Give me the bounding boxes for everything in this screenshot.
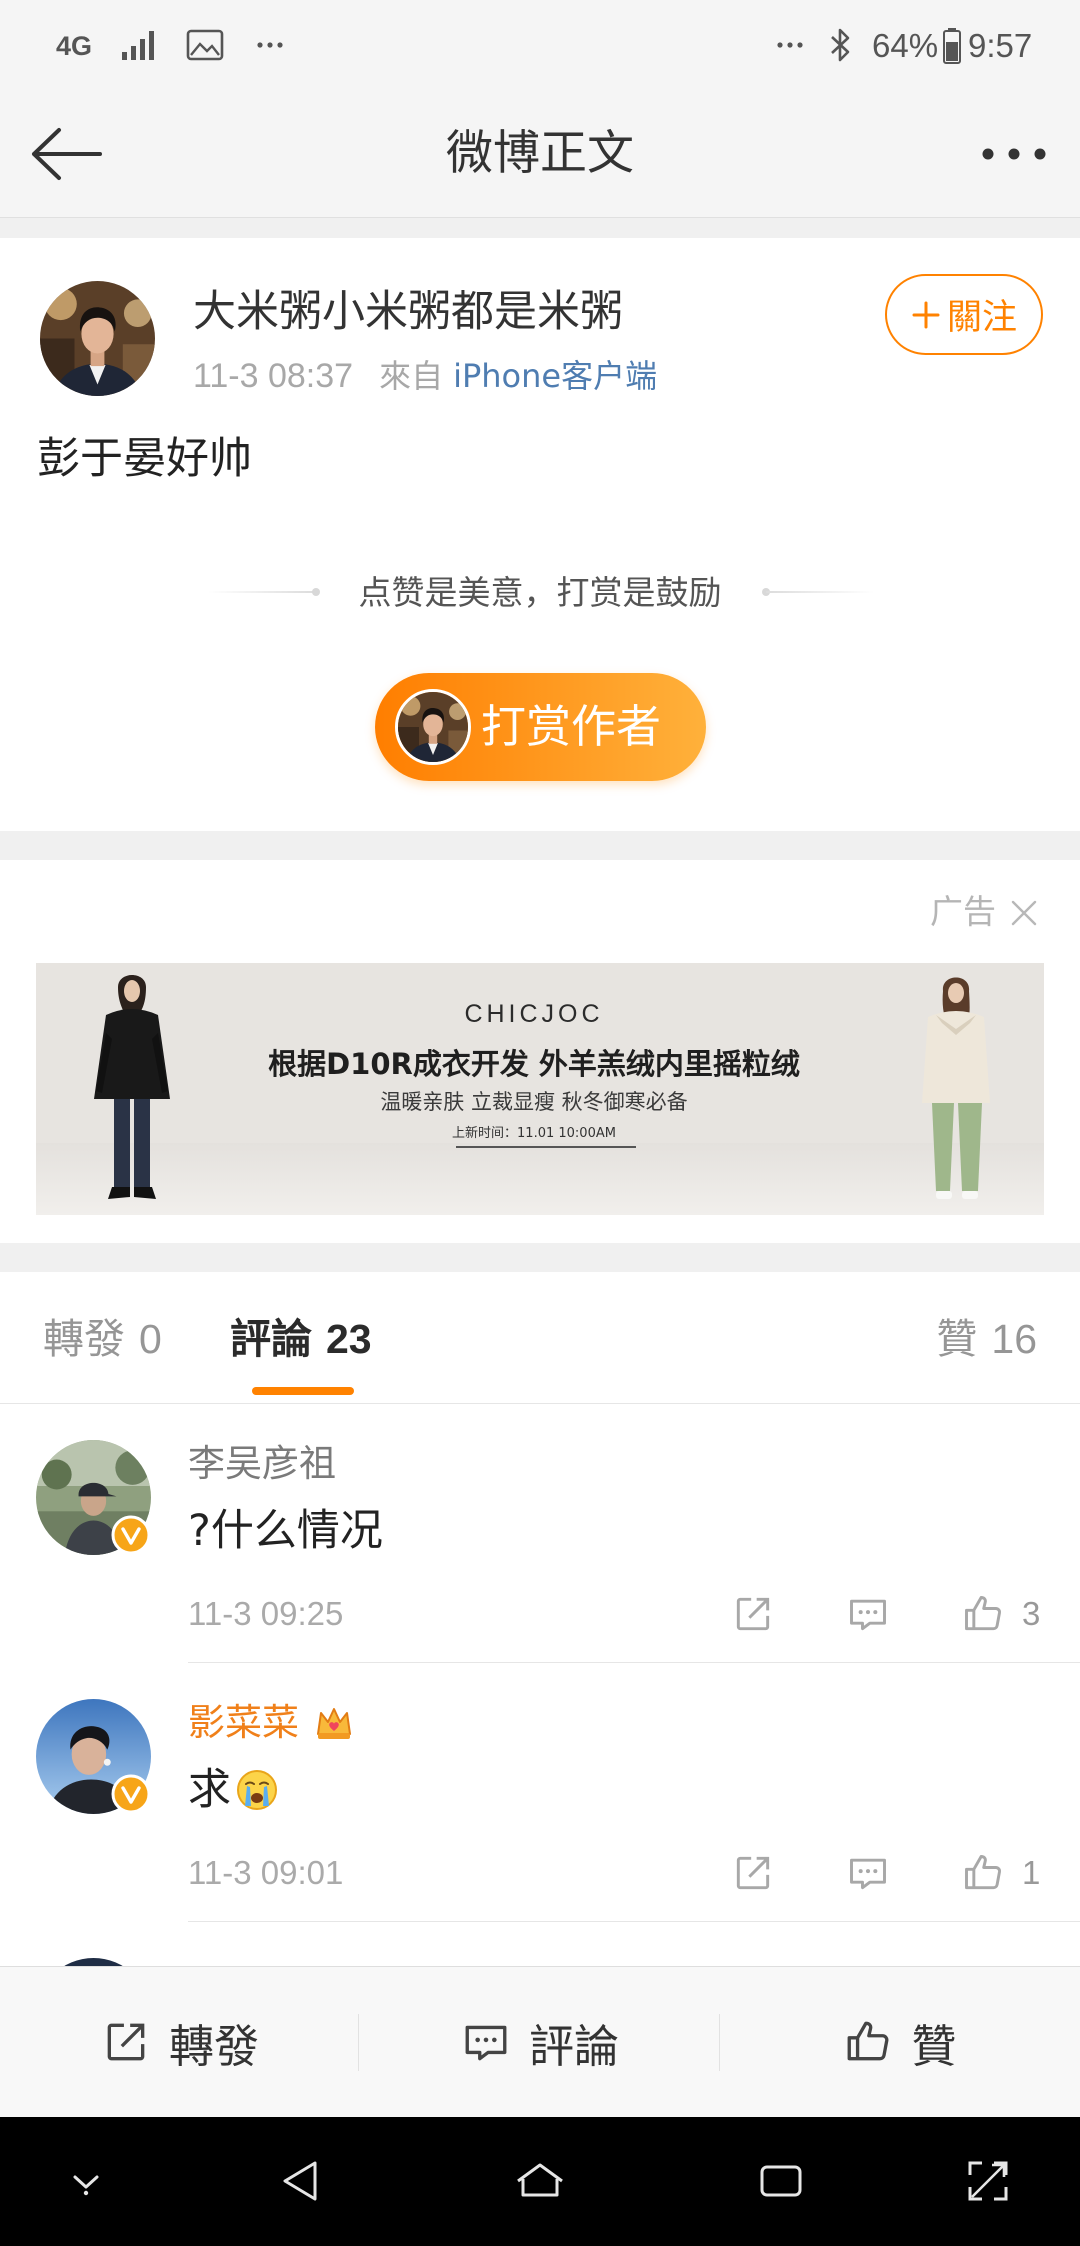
tab-count: 0 xyxy=(139,1316,162,1362)
comment-time: 11-3 09:01 xyxy=(188,1854,344,1891)
commenter-name-text: 影菜菜 xyxy=(188,1701,299,1744)
nav-home-icon[interactable] xyxy=(510,2151,570,2211)
like-icon[interactable] xyxy=(961,1851,1005,1895)
comment-text-body: ?什么情况 xyxy=(188,1506,383,1556)
tab-reposts[interactable]: 轉發 0 xyxy=(43,1310,162,1368)
follow-button[interactable]: 關注 xyxy=(885,274,1043,355)
author-avatar[interactable] xyxy=(40,281,155,396)
ad-card: 广告 CHICJOC 根据D10R成衣开发 外羊羔绒内里摇粒绒 温暖亲肤 立裁显… xyxy=(0,860,1080,1243)
nav-fullscreen-icon[interactable] xyxy=(958,2151,1018,2211)
ad-label: 广告 xyxy=(930,892,996,931)
tagline-divider-right xyxy=(766,591,874,593)
comment-time: 11-3 09:25 xyxy=(188,1595,344,1632)
like-button[interactable]: 贊 xyxy=(720,1967,1080,2117)
post-card: 大米粥小米粥都是米粥 11-3 08:37 來自 iPhone客户端 關注 彭于晏好… xyxy=(0,238,1080,831)
post-action-bar: 轉發 評論 贊 xyxy=(0,1966,1080,2117)
like-count: 1 xyxy=(1022,1854,1041,1891)
list-item: 李吴彦祖 ?什么情况 11-3 09:25 3 xyxy=(0,1404,1080,1663)
verified-badge-icon xyxy=(111,1515,151,1555)
hide-keyboard-chevron-icon[interactable] xyxy=(56,2151,116,2211)
plus-icon xyxy=(912,301,940,328)
ad-brand: CHICJOC xyxy=(464,1000,604,1028)
tab-label: 評論 xyxy=(230,1315,312,1363)
post-time: 11-3 08:37 xyxy=(193,357,354,395)
battery-icon xyxy=(943,28,961,64)
action-divider xyxy=(719,2014,720,2071)
thumbs-up-icon xyxy=(843,2017,893,2067)
source-prefix: 來自 xyxy=(379,357,444,395)
comment-text-body: 求 xyxy=(188,1765,231,1815)
ad-release-underline xyxy=(456,1146,636,1148)
tab-label: 贊 xyxy=(936,1315,978,1363)
page-title: 微博正文 xyxy=(446,126,634,181)
comment-text: ?什么情况 xyxy=(188,1501,383,1561)
reward-author-button[interactable]: 打赏作者 xyxy=(375,673,706,781)
like-count: 3 xyxy=(1022,1595,1041,1632)
reply-icon[interactable] xyxy=(846,1592,890,1636)
close-ad-icon[interactable] xyxy=(1009,898,1039,928)
bluetooth-icon xyxy=(831,28,850,62)
post-meta: 11-3 08:37 來自 iPhone客户端 xyxy=(193,354,657,398)
status-bar: 4G 64% 9:57 xyxy=(0,0,1080,90)
more-dots-icon[interactable] xyxy=(978,142,1050,166)
verified-badge-icon xyxy=(111,1774,151,1814)
list-item: 影菜菜 求 11-3 09:01 1 xyxy=(0,1663,1080,1922)
tab-label: 轉發 xyxy=(43,1315,125,1363)
crown-badge-icon xyxy=(317,1708,351,1739)
reply-icon[interactable] xyxy=(846,1851,890,1895)
commenter-name-text: 李吴彦祖 xyxy=(188,1442,336,1485)
tab-comments[interactable]: 評論 23 xyxy=(230,1310,372,1368)
post-source-link[interactable]: iPhone客户端 xyxy=(453,357,657,395)
follow-button-label: 關注 xyxy=(946,298,1017,338)
top-navigation-bar: 微博正文 xyxy=(0,90,1080,218)
crying-face-icon xyxy=(237,1770,277,1810)
like-label: 贊 xyxy=(911,2019,957,2073)
comment-button[interactable]: 評論 xyxy=(360,1967,720,2117)
network-type-indicator: 4G xyxy=(56,31,93,61)
comment-label: 評論 xyxy=(528,2019,619,2073)
comment-list: 李吴彦祖 ?什么情况 11-3 09:25 3 影菜菜 求 11-3 09:01… xyxy=(0,1404,1080,2073)
ad-banner[interactable]: CHICJOC 根据D10R成衣开发 外羊羔绒内里摇粒绒 温暖亲肤 立裁显瘦 秋… xyxy=(36,963,1044,1215)
author-name[interactable]: 大米粥小米粥都是米粥 xyxy=(193,284,623,340)
repost-label: 轉發 xyxy=(168,2019,259,2073)
system-navigation-bar xyxy=(0,2117,1080,2246)
post-body-text: 彭于晏好帅 xyxy=(37,434,252,484)
interaction-tabs: 轉發 0 評論 23 贊 16 xyxy=(0,1272,1080,1404)
more-status-icons-icon xyxy=(777,42,803,48)
like-icon[interactable] xyxy=(961,1592,1005,1636)
image-notification-icon xyxy=(186,29,224,61)
nav-back-icon[interactable] xyxy=(271,2151,331,2211)
active-tab-indicator xyxy=(252,1387,354,1395)
reward-author-avatar xyxy=(395,689,471,765)
comment-icon xyxy=(461,2017,511,2067)
repost-icon xyxy=(101,2017,151,2067)
action-divider xyxy=(358,2014,359,2071)
share-icon[interactable] xyxy=(731,1592,775,1636)
clock: 9:57 xyxy=(968,27,1033,64)
share-icon[interactable] xyxy=(731,1851,775,1895)
repost-button[interactable]: 轉發 xyxy=(0,1967,360,2117)
more-notifications-icon xyxy=(257,42,283,48)
reward-button-label: 打赏作者 xyxy=(481,700,662,753)
ad-release-time: 上新时间：11.01 10:00AM xyxy=(452,1126,616,1141)
ad-headline: 根据D10R成衣开发 外羊羔绒内里摇粒绒 xyxy=(268,1047,800,1081)
reward-tagline: 点赞是美意，打赏是鼓励 xyxy=(358,573,722,612)
battery-percentage: 64% xyxy=(872,27,939,64)
tab-count: 23 xyxy=(326,1316,372,1362)
tab-count: 16 xyxy=(991,1316,1037,1362)
tab-likes[interactable]: 贊 16 xyxy=(936,1310,1037,1368)
signal-strength-icon xyxy=(122,31,154,60)
nav-recents-icon[interactable] xyxy=(751,2151,811,2211)
commenter-name[interactable]: 影菜菜 xyxy=(188,1699,355,1747)
ad-subline: 温暖亲肤 立裁显瘦 秋冬御寒必备 xyxy=(380,1090,688,1114)
commenter-name[interactable]: 李吴彦祖 xyxy=(188,1440,336,1488)
comment-divider xyxy=(188,1921,1080,1922)
comment-text: 求 xyxy=(188,1760,279,1820)
weibo-detail-screen: 4G 64% 9:57 微博正文 大米粥小米粥都是米粥 11-3 08:37 來… xyxy=(0,0,1080,2246)
